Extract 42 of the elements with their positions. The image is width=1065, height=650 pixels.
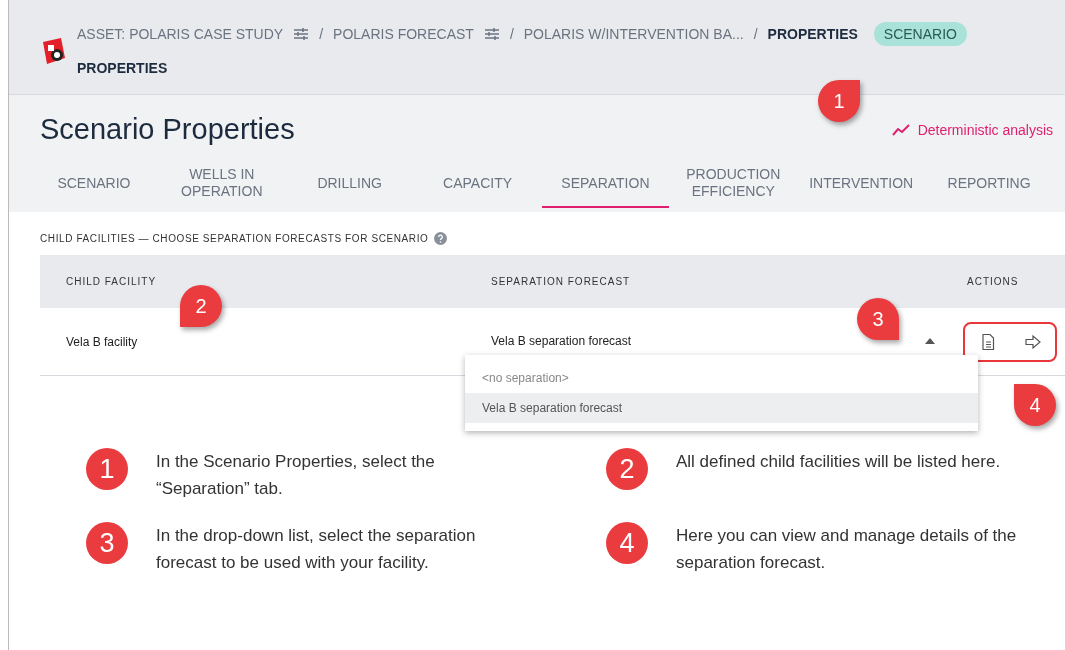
breadcrumb-item: PROPERTIES [767, 26, 858, 42]
table-cell-text: Vela B facility [65, 334, 139, 349]
trend-icon [891, 123, 910, 136]
step-number: 1 [86, 448, 128, 490]
sliders-icon[interactable] [293, 27, 310, 41]
tab[interactable]: CAPACITY [413, 160, 542, 208]
instruction-text: In the drop-down list, select the separation forecast to be used with your facility. [156, 525, 477, 574]
tab[interactable]: REPORTING [925, 160, 1053, 208]
step-number: 2 [606, 448, 648, 490]
column-header: CHILD FACILITY [65, 276, 158, 287]
sliders-icon[interactable] [483, 27, 500, 41]
tab[interactable]: DRILLING [285, 160, 414, 208]
tab[interactable]: SCENARIO [30, 160, 158, 208]
breadcrumb-item[interactable]: POLARIS W/INTERVENTION BA... [523, 26, 744, 42]
tab[interactable]: PRODUCTION EFFICIENCY [669, 160, 798, 208]
instruction-text: In the Scenario Properties, select the “Separation” tab. [156, 451, 436, 500]
help-icon[interactable] [434, 232, 448, 245]
dropdown-option[interactable]: Vela B separation forecast [465, 393, 978, 423]
instruction-text: Here you can view and manage details of the separation forecast. [676, 525, 1018, 574]
breadcrumb-item: PROPERTIES [77, 60, 169, 76]
instruction-text: All defined child facilities will be listed here. [676, 451, 1001, 473]
tab[interactable]: INTERVENTION [797, 160, 926, 208]
callout-marker: 4 [1014, 384, 1056, 426]
breadcrumb-item[interactable]: ASSET: POLARIS CASE STUDY [77, 26, 284, 42]
dropdown-option[interactable]: <no separation> [465, 363, 978, 393]
column-header: SEPARATION FORECAST [491, 276, 632, 287]
breadcrumb-separator: / [753, 26, 758, 42]
section-label: CHILD FACILITIES — CHOOSE SEPARATION FORECASTS FOR SCENARIO [40, 233, 429, 244]
column-header: ACTIONS [967, 276, 1020, 287]
breadcrumb-separator: / [509, 26, 514, 42]
breadcrumb-item[interactable]: POLARIS FORECAST [333, 26, 474, 42]
step-number: 4 [606, 522, 648, 564]
page-title: Scenario Properties [40, 113, 295, 146]
breadcrumb-separator: / [319, 26, 324, 42]
step-number: 3 [86, 522, 128, 564]
callout-marker: 2 [180, 285, 222, 327]
arrow-right-icon[interactable] [1023, 332, 1042, 351]
tab[interactable]: WELLS IN OPERATION [157, 160, 286, 208]
callout-marker: 3 [857, 298, 899, 340]
scenario-badge: SCENARIO [873, 22, 967, 46]
analysis-link[interactable]: Deterministic analysis [891, 121, 1053, 138]
tab[interactable]: SEPARATION [541, 160, 670, 208]
